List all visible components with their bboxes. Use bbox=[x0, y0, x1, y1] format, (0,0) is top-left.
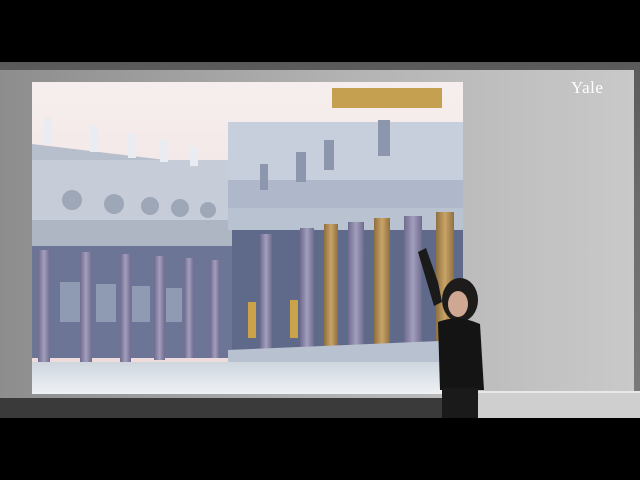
speaker-figure bbox=[418, 248, 484, 418]
temple-entablature bbox=[228, 208, 463, 230]
slide-image bbox=[32, 82, 463, 394]
yale-watermark: Yale bbox=[571, 78, 604, 97]
letterbox-top bbox=[0, 0, 640, 62]
left-entablature bbox=[32, 220, 232, 246]
projected-slide bbox=[32, 82, 463, 394]
letterbox-bottom bbox=[0, 418, 640, 480]
temple-gilded-roof bbox=[332, 88, 442, 108]
courtyard-ground bbox=[32, 362, 463, 394]
